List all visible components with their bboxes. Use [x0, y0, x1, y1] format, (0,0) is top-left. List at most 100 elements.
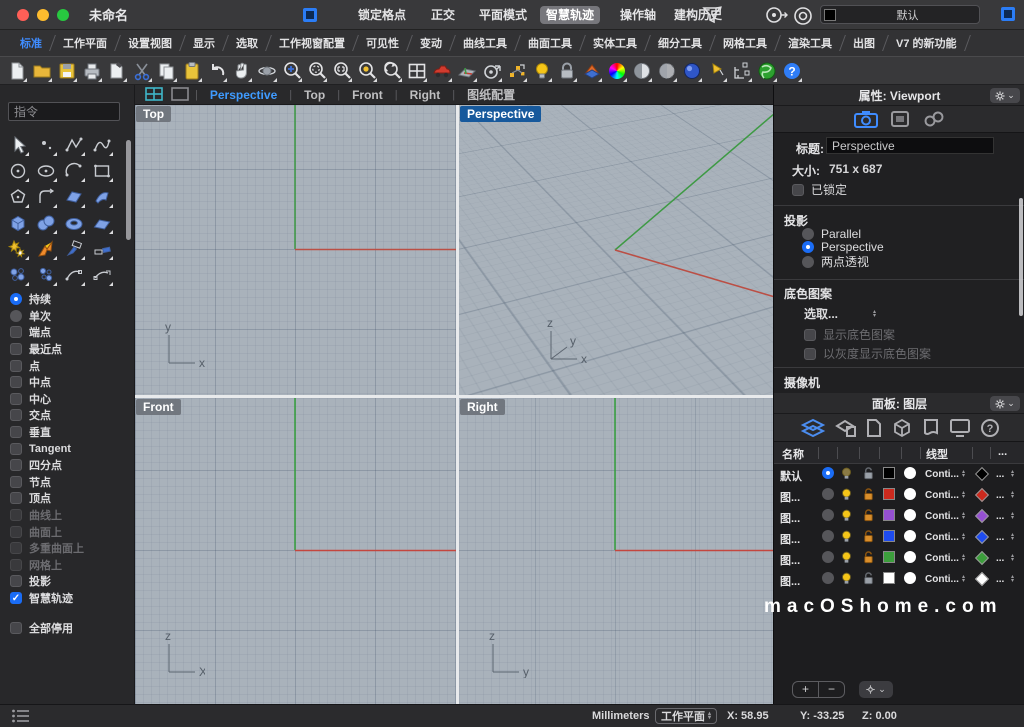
- layer-material-circle[interactable]: [904, 572, 916, 584]
- selection-tool-button[interactable]: [5, 133, 31, 157]
- box-tool-button[interactable]: [5, 211, 31, 235]
- osnap-row-6[interactable]: 中点: [10, 374, 130, 391]
- parallel-radio[interactable]: [802, 228, 814, 240]
- explode-tool-button[interactable]: [5, 237, 31, 261]
- scroll-tab-icon[interactable]: [922, 418, 940, 438]
- display-tab-icon[interactable]: [949, 418, 971, 438]
- osnap-row-21[interactable]: 全部停用: [10, 619, 130, 636]
- layer-add-remove[interactable]: + −: [792, 681, 845, 698]
- viewport-properties-icon[interactable]: [854, 110, 878, 128]
- layer-row-3[interactable]: 图...Conti...▴▾...▴▾: [774, 506, 1024, 527]
- osnap-checkbox[interactable]: [10, 622, 22, 634]
- layer-more[interactable]: ...: [996, 532, 1004, 543]
- surface-bend-tool-button[interactable]: [89, 185, 115, 209]
- layer-visibility-bulb-icon[interactable]: [840, 467, 853, 485]
- layer-more[interactable]: ...: [996, 490, 1004, 501]
- osnap-checkbox[interactable]: [10, 459, 22, 471]
- layer-row-1[interactable]: 默认Conti...▴▾...▴▾: [774, 464, 1024, 485]
- layer-color-swatch[interactable]: [883, 530, 895, 542]
- torus-tool-button[interactable]: [61, 211, 87, 235]
- sheet-tab-icon[interactable]: [835, 418, 857, 438]
- osnap-checkbox[interactable]: [10, 509, 22, 521]
- layer-row-6[interactable]: 图...Conti...▴▾...▴▾: [774, 569, 1024, 590]
- layer-lock-icon[interactable]: [862, 509, 875, 527]
- menu-tab-8[interactable]: 变动: [410, 35, 452, 51]
- layer-linetype[interactable]: Conti...: [925, 532, 959, 543]
- zoom-dynamic-button[interactable]: [304, 59, 329, 83]
- menu-tab-5[interactable]: 选取: [226, 35, 268, 51]
- layer-more[interactable]: ...: [996, 511, 1004, 522]
- layer-material-circle[interactable]: [904, 509, 916, 521]
- layer-print-color-diamond[interactable]: [975, 572, 989, 586]
- menu-tab-6[interactable]: 工作视窗配置: [269, 35, 355, 51]
- current-layer-radio[interactable]: [822, 551, 834, 563]
- layer-row-5[interactable]: 图...Conti...▴▾...▴▾: [774, 548, 1024, 569]
- add-layer-button[interactable]: +: [793, 682, 819, 697]
- layer-name[interactable]: 图...: [780, 552, 818, 568]
- layer-name[interactable]: 图...: [780, 531, 818, 547]
- column-name[interactable]: 名称: [782, 446, 804, 462]
- named-view-button[interactable]: [429, 59, 454, 83]
- link-properties-icon[interactable]: [922, 111, 946, 127]
- properties-scrollbar[interactable]: [1019, 198, 1023, 316]
- projection-parallel-row[interactable]: Parallel: [802, 227, 861, 241]
- osnap-checkbox[interactable]: [10, 443, 22, 455]
- osnap-row-4[interactable]: 最近点: [10, 341, 130, 358]
- osnap-row-15[interactable]: 曲面上: [10, 523, 130, 540]
- four-viewport-layout-icon[interactable]: [135, 84, 167, 106]
- dimension-button[interactable]: [729, 59, 754, 83]
- properties-gear-button[interactable]: ⌄: [990, 88, 1020, 103]
- layer-print-color-diamond[interactable]: [975, 467, 989, 481]
- layer-lock-icon[interactable]: [862, 551, 875, 569]
- zoom-extents-button[interactable]: [329, 59, 354, 83]
- viewport-tab-right[interactable]: Right: [398, 88, 453, 102]
- layer-visibility-bulb-icon[interactable]: [840, 488, 853, 506]
- box-tab-icon[interactable]: [891, 418, 913, 438]
- layer-material-circle[interactable]: [904, 488, 916, 500]
- osnap-row-14[interactable]: 曲线上: [10, 507, 130, 524]
- units-label[interactable]: Millimeters: [592, 710, 649, 722]
- osnap-checkbox[interactable]: [10, 526, 22, 538]
- single-viewport-layout-icon[interactable]: [167, 84, 195, 106]
- viewport-top[interactable]: Top y x: [135, 105, 456, 395]
- explode-block-tool-button[interactable]: [33, 237, 59, 261]
- projection-twopoint-row[interactable]: 两点透视: [802, 253, 869, 270]
- new-file-button[interactable]: [4, 59, 29, 83]
- osnap-checkbox[interactable]: [10, 559, 22, 571]
- osnap-checkbox[interactable]: [10, 476, 22, 488]
- help-button[interactable]: ?: [779, 59, 804, 83]
- osnap-row-17[interactable]: 网格上: [10, 557, 130, 574]
- point-edit-button[interactable]: [504, 59, 529, 83]
- osnap-row-7[interactable]: 中心: [10, 391, 130, 408]
- spotlight-button[interactable]: [704, 59, 729, 83]
- osnap-checkbox[interactable]: [10, 393, 22, 405]
- osnap-row-1[interactable]: 持续: [10, 291, 130, 308]
- layer-visibility-bulb-icon[interactable]: [840, 572, 853, 590]
- layer-row-4[interactable]: 图...Conti...▴▾...▴▾: [774, 527, 1024, 548]
- help-tab-icon[interactable]: ?: [980, 418, 1000, 438]
- layer-name[interactable]: 默认: [780, 468, 818, 484]
- page-tab-icon[interactable]: [866, 418, 882, 438]
- palette-scrollbar[interactable]: [126, 140, 131, 240]
- column-more[interactable]: ...: [998, 446, 1007, 458]
- layer-name[interactable]: 图...: [780, 489, 818, 505]
- plane-tool-button[interactable]: [89, 211, 115, 235]
- viewport-tab--[interactable]: 图纸配置: [455, 86, 527, 103]
- osnap-row-5[interactable]: 点: [10, 357, 130, 374]
- current-layer-radio[interactable]: [822, 509, 834, 521]
- cplane-button[interactable]: [454, 59, 479, 83]
- command-input[interactable]: [8, 102, 120, 121]
- layer-color-swatch[interactable]: [883, 551, 895, 563]
- fillet-curve-tool-button[interactable]: [33, 185, 59, 209]
- cplane-origin-button[interactable]: [479, 59, 504, 83]
- polygon-tool-button[interactable]: [5, 185, 31, 209]
- osnap-checkbox[interactable]: [10, 326, 22, 338]
- menu-tab-10[interactable]: 曲面工具: [518, 35, 582, 51]
- layer-name[interactable]: 图...: [780, 510, 818, 526]
- sphere-tool-button[interactable]: [33, 211, 59, 235]
- osnap-row-11[interactable]: 四分点: [10, 457, 130, 474]
- osnap-checkbox[interactable]: [10, 343, 22, 355]
- osnap-row-19[interactable]: ✓智慧轨迹: [10, 590, 130, 607]
- titlebar-toggle-5[interactable]: 操作轴: [614, 6, 662, 24]
- osnap-checkbox[interactable]: [10, 542, 22, 554]
